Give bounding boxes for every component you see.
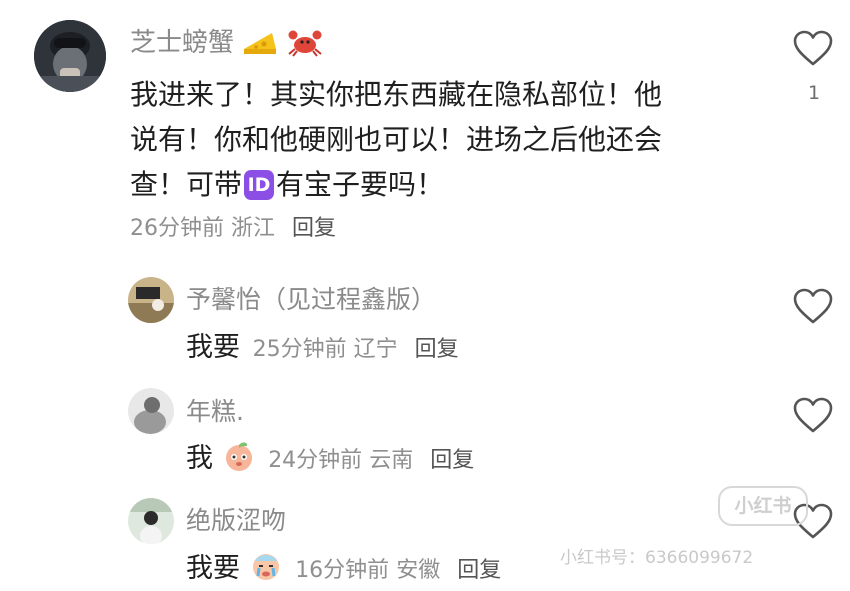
reply-text-content: 我要 <box>186 332 240 363</box>
comment-text-segment: 查！可带 <box>130 168 243 201</box>
reply-meta: 16分钟前 安徽 回复 <box>295 558 501 583</box>
like-heart-icon[interactable] <box>793 288 833 326</box>
reply-button[interactable]: 回复 <box>430 448 474 473</box>
watermark-logo: 小红书 <box>718 486 808 526</box>
crab-icon <box>287 27 323 64</box>
reply-author[interactable]: 予馨怡（见过程鑫版） <box>186 280 436 316</box>
comment-author[interactable]: 芝士螃蟹 <box>130 22 323 64</box>
avatar[interactable] <box>34 20 106 92</box>
avatar[interactable] <box>128 388 174 434</box>
reply-time: 16分钟前 <box>295 558 390 583</box>
avatar[interactable] <box>128 498 174 544</box>
comment-text: 我进来了！其实你把东西藏在隐私部位！他 说有！你和他硬刚也可以！进场之后他还会 … <box>130 72 750 207</box>
comment-meta: 26分钟前 浙江 回复 <box>130 210 336 242</box>
like-heart-icon[interactable] <box>793 397 833 435</box>
avatar[interactable] <box>128 277 174 323</box>
reply-text: 我要 16分钟前 安徽 回复 <box>186 546 501 590</box>
reply-author[interactable]: 年糕. <box>186 392 244 428</box>
like-count: 1 <box>808 82 821 104</box>
reply-author[interactable]: 绝版涩吻 <box>186 501 286 537</box>
reply-button[interactable]: 回复 <box>292 216 336 241</box>
comment-location: 浙江 <box>231 216 276 241</box>
reply-text: 我要 25分钟前 辽宁 回复 <box>186 325 459 364</box>
comment-text-line: 我进来了！其实你把东西藏在隐私部位！他 <box>130 78 663 111</box>
reply-text-content: 我要 <box>186 553 240 584</box>
comment-time: 26分钟前 <box>130 216 224 241</box>
reply-location: 安徽 <box>396 558 441 583</box>
reply-text: 我 24分钟前 云南 回复 <box>186 436 474 480</box>
reply-meta: 24分钟前 云南 回复 <box>268 448 474 473</box>
comment-text-line: 说有！你和他硬刚也可以！进场之后他还会 <box>130 123 663 156</box>
comment-author-name: 芝士螃蟹 <box>130 28 235 58</box>
like-heart-icon[interactable] <box>793 30 833 68</box>
id-badge-icon: ID <box>244 170 275 200</box>
comment-text-segment: 有宝子要吗！ <box>276 168 445 201</box>
crying-face-emoji <box>249 549 283 590</box>
reply-time: 25分钟前 <box>252 337 347 362</box>
reply-time: 24分钟前 <box>268 448 363 473</box>
reply-location: 云南 <box>369 448 414 473</box>
cheese-icon <box>242 27 278 64</box>
reply-text-content: 我 <box>186 443 213 474</box>
watermark-id: 小红书号：6366099672 <box>560 548 754 568</box>
comment-text-line: 查！可带 ID 有宝子要吗！ <box>130 162 750 207</box>
peach-face-emoji <box>222 439 256 480</box>
reply-location: 辽宁 <box>353 337 398 362</box>
reply-button[interactable]: 回复 <box>457 558 501 583</box>
reply-meta: 25分钟前 辽宁 回复 <box>253 337 459 362</box>
reply-button[interactable]: 回复 <box>415 337 459 362</box>
